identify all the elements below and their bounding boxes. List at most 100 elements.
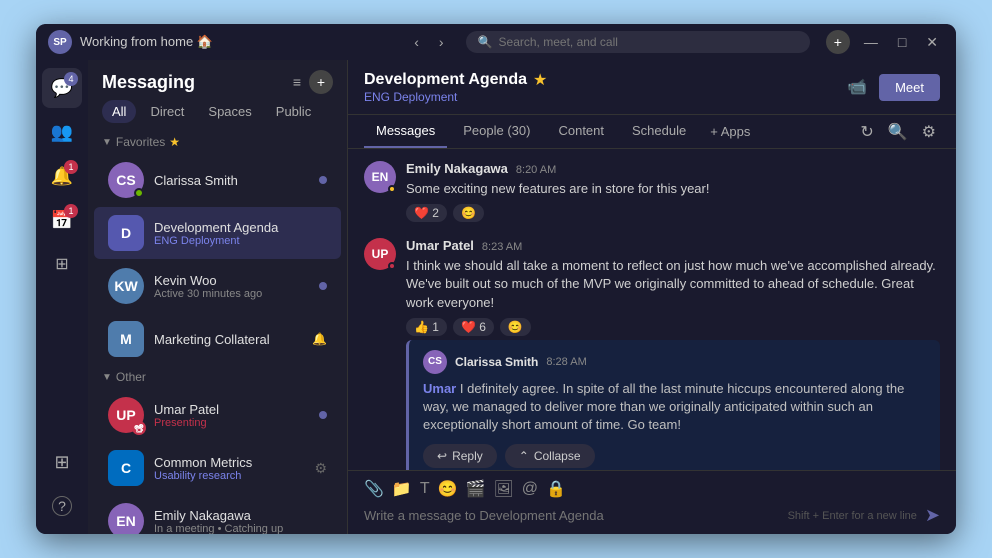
tab-messages[interactable]: Messages — [364, 115, 447, 148]
more-icon[interactable]: 🔒 — [546, 479, 566, 499]
status-dot — [388, 262, 396, 270]
collapse-button[interactable]: ⌃ Collapse — [505, 444, 595, 468]
send-button[interactable]: ➤ — [925, 505, 940, 526]
reaction-item[interactable]: ❤️ 2 — [406, 204, 447, 222]
search-input[interactable] — [499, 35, 659, 49]
chat-name: Marketing Collateral — [154, 332, 302, 347]
filter-icon[interactable]: ≡ — [293, 74, 301, 90]
reply-header: CS Clarissa Smith 8:28 AM — [423, 350, 926, 374]
sidebar-list: ▼ Favorites ★ CS Clarissa Smith — [88, 131, 347, 534]
chat-info: Marketing Collateral — [154, 332, 302, 347]
meet-button[interactable]: Meet — [879, 74, 940, 101]
list-item[interactable]: EN Emily Nakagawa In a meeting • Catchin… — [94, 495, 341, 534]
compose-input[interactable] — [364, 508, 780, 523]
title-bar: SP Working from home 🏠 ‹ › 🔍 + — □ ✕ — [36, 24, 956, 60]
tab-people[interactable]: People (30) — [451, 115, 542, 148]
sidebar-item-chat[interactable]: 💬 4 — [42, 68, 82, 108]
reply-button[interactable]: ↩ Reply — [423, 444, 497, 468]
sidebar-item-calendar[interactable]: 📅 1 — [42, 200, 82, 240]
emoji-icon[interactable]: 😊 — [438, 479, 458, 499]
message-author: Emily Nakagawa — [406, 161, 508, 176]
reply-avatar: CS — [423, 350, 447, 374]
reply-icon: ↩ — [437, 449, 447, 463]
list-item[interactable]: D Development Agenda ENG Deployment — [94, 207, 341, 259]
chevron-down-icon: ▼ — [102, 372, 112, 383]
reaction-item[interactable]: 👍 1 — [406, 318, 447, 336]
tab-schedule[interactable]: Schedule — [620, 115, 698, 148]
chat-subtitle: Active 30 minutes ago — [154, 288, 309, 300]
chat-title: Development Agenda — [364, 71, 527, 89]
tab-public[interactable]: Public — [266, 100, 321, 123]
close-button[interactable]: ✕ — [920, 32, 944, 53]
message-author: Umar Patel — [406, 238, 474, 253]
sidebar-item-apps[interactable]: ⊞ — [42, 442, 82, 482]
list-item[interactable]: M Marketing Collateral 🔔 — [94, 313, 341, 365]
chat-info: Clarissa Smith — [154, 173, 309, 188]
settings-icon[interactable]: ⚙ — [918, 118, 940, 146]
add-apps-button[interactable]: + Apps — [706, 116, 754, 147]
tab-all[interactable]: All — [102, 100, 136, 123]
message-group: UP Umar Patel 8:23 AM I think we should … — [364, 238, 940, 470]
message-group: EN Emily Nakagawa 8:20 AM Some exciting … — [364, 161, 940, 222]
message-reactions: ❤️ 2 😊 — [406, 204, 940, 222]
chat-header: Development Agenda ★ ENG Deployment 📹 Me… — [348, 60, 956, 115]
mention-icon[interactable]: @ — [522, 480, 538, 498]
reaction-item[interactable]: ❤️ 6 — [453, 318, 494, 336]
other-section[interactable]: ▼ Other — [88, 366, 347, 388]
chat-name: Development Agenda — [154, 220, 327, 235]
gif-icon[interactable]: 🎬 — [466, 479, 486, 499]
sidebar-item-activity[interactable]: 🔔 1 — [42, 156, 82, 196]
avatar: D — [108, 215, 144, 251]
back-button[interactable]: ‹ — [408, 32, 425, 52]
chat-name: Kevin Woo — [154, 273, 309, 288]
maximize-button[interactable]: □ — [892, 32, 912, 52]
star-icon: ★ — [533, 70, 547, 90]
message-reactions: 👍 1 ❤️ 6 😊 — [406, 318, 940, 336]
list-item[interactable]: C Common Metrics Usability research ⚙ — [94, 442, 341, 494]
search-messages-icon[interactable]: 🔍 — [884, 118, 912, 146]
presenting-badge: 📽 — [132, 421, 146, 435]
search-icon: 🔍 — [478, 35, 493, 49]
sticker-icon[interactable]: 🖼 — [493, 479, 513, 499]
reply-author: Clarissa Smith — [455, 355, 538, 369]
chevron-down-icon: ▼ — [102, 137, 112, 148]
format-icon[interactable]: T — [420, 480, 430, 498]
chat-info: Emily Nakagawa In a meeting • Catching u… — [154, 508, 327, 535]
sidebar-item-help[interactable]: ? — [42, 486, 82, 526]
settings-icon: ⚙ — [314, 460, 327, 477]
chat-name: Umar Patel — [154, 402, 309, 417]
chat-name: Emily Nakagawa — [154, 508, 327, 523]
folder-icon[interactable]: 📁 — [392, 479, 412, 499]
unread-dot — [319, 176, 327, 184]
tab-spaces[interactable]: Spaces — [198, 100, 261, 123]
favorites-section[interactable]: ▼ Favorites ★ — [88, 131, 347, 153]
chat-tabs: Messages People (30) Content Schedule + … — [348, 115, 956, 149]
compose-toolbar: 📎 📁 T 😊 🎬 🖼 @ 🔒 — [364, 479, 940, 499]
sidebar-item-contacts[interactable]: 👥 — [42, 112, 82, 152]
tab-content[interactable]: Content — [546, 115, 616, 148]
avatar: KW — [108, 268, 144, 304]
chat-subtitle: In a meeting • Catching up — [154, 523, 327, 535]
minimize-button[interactable]: — — [858, 32, 884, 52]
list-item[interactable]: UP 📽 Umar Patel Presenting — [94, 389, 341, 441]
video-icon[interactable]: 📹 — [843, 73, 871, 101]
new-chat-button[interactable]: + — [309, 70, 333, 94]
list-item[interactable]: KW Kevin Woo Active 30 minutes ago — [94, 260, 341, 312]
list-item[interactable]: CS Clarissa Smith — [94, 154, 341, 206]
refresh-icon[interactable]: ↻ — [856, 118, 877, 146]
tab-direct[interactable]: Direct — [140, 100, 194, 123]
forward-button[interactable]: › — [433, 32, 450, 52]
reaction-item[interactable]: 😊 — [500, 318, 531, 336]
unread-dot — [319, 282, 327, 290]
search-bar[interactable]: 🔍 — [466, 31, 810, 53]
add-button[interactable]: + — [826, 30, 850, 54]
favorites-label: Favorites — [116, 135, 165, 149]
message-body: Umar Patel 8:23 AM I think we should all… — [406, 238, 940, 470]
attach-icon[interactable]: 📎 — [364, 479, 384, 499]
star-icon: ★ — [169, 135, 180, 149]
chat-subtitle: ENG Deployment — [154, 235, 327, 247]
reaction-item[interactable]: 😊 — [453, 204, 484, 222]
avatar: UP 📽 — [108, 397, 144, 433]
user-avatar: SP — [48, 30, 72, 54]
sidebar-item-network[interactable]: ⊞ — [42, 244, 82, 284]
